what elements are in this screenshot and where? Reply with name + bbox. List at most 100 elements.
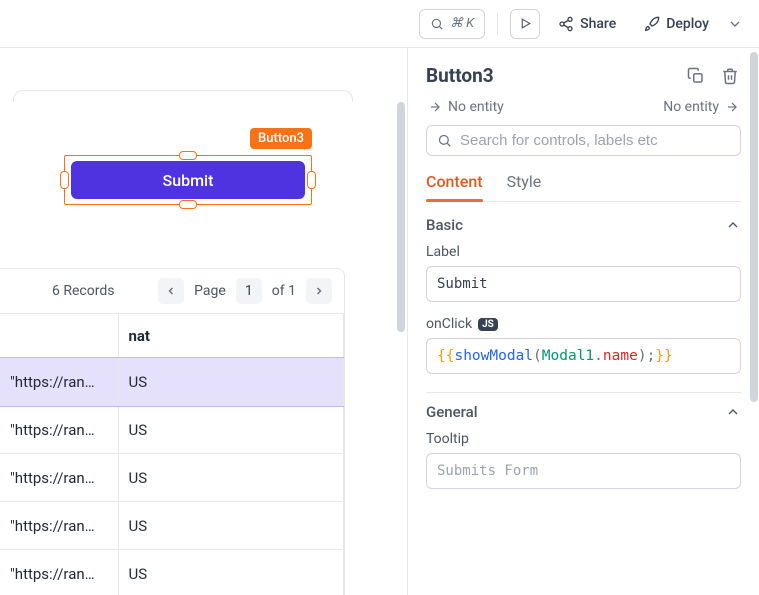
resize-handle-right[interactable] (307, 171, 316, 189)
property-panel: Button3 No entity No entity Content (408, 48, 759, 595)
entity-incoming-label: No entity (448, 99, 504, 115)
panel-tabs: Content Style (426, 172, 741, 202)
onclick-code-input[interactable]: {{showModal(Modal1.name);}} (426, 338, 741, 374)
table-row[interactable]: "https://ran…US (0, 406, 344, 454)
table-cell[interactable]: "https://ran… (0, 550, 118, 595)
code-token: ; (647, 348, 656, 364)
table-cell[interactable]: "https://ran… (0, 502, 118, 550)
table-row[interactable]: "https://ran…US (0, 502, 344, 550)
page-next-button[interactable] (306, 278, 332, 304)
table-row[interactable]: "https://ran…US (0, 550, 344, 595)
chevron-down-icon (727, 16, 743, 32)
command-shortcut: ⌘ K (450, 16, 474, 31)
arrow-right-icon (428, 100, 442, 114)
submit-button-widget[interactable]: Submit (71, 161, 305, 199)
section-general[interactable]: General (426, 403, 741, 421)
table-cell[interactable]: US (118, 406, 344, 454)
code-token: {{ (437, 348, 454, 364)
table-cell[interactable]: US (118, 454, 344, 502)
canvas-scrollbar[interactable] (397, 102, 405, 332)
page-label: Page (194, 283, 226, 299)
panel-scrollbar[interactable] (750, 52, 758, 402)
share-button[interactable]: Share (548, 9, 626, 39)
table-cell[interactable]: US (118, 550, 344, 595)
section-basic-label: Basic (426, 216, 463, 234)
divider (497, 13, 498, 35)
tab-content[interactable]: Content (426, 172, 483, 201)
resize-handle-left[interactable] (60, 171, 69, 189)
main-area: Button3 Submit 6 Records Page 1 of 1 (0, 48, 759, 595)
label-field-label: Label (426, 244, 741, 260)
entity-outgoing[interactable]: No entity (663, 99, 739, 115)
code-token: ( (533, 348, 542, 364)
share-label: Share (580, 16, 616, 32)
arrow-right-icon (725, 100, 739, 114)
chevron-up-icon (725, 217, 741, 233)
table-row[interactable]: "https://ran…US (0, 454, 344, 502)
chevron-up-icon (725, 404, 741, 420)
search-icon (437, 133, 452, 148)
panel-header: Button3 (426, 64, 741, 87)
data-table: nat "https://ran…US"https://ran…US"https… (0, 313, 344, 595)
entity-incoming[interactable]: No entity (428, 99, 504, 115)
copy-icon (687, 67, 705, 85)
container-outline (13, 90, 353, 102)
page-prev-button[interactable] (158, 278, 184, 304)
resize-handle-bottom[interactable] (179, 200, 197, 209)
section-divider (426, 392, 741, 393)
copy-button[interactable] (685, 65, 707, 87)
table-cell[interactable]: US (118, 502, 344, 550)
rocket-icon (644, 16, 660, 32)
table-pagination-bar: 6 Records Page 1 of 1 (0, 269, 344, 313)
table-widget[interactable]: 6 Records Page 1 of 1 nat (0, 268, 345, 595)
page-number[interactable]: 1 (236, 278, 262, 304)
code-token: }} (655, 348, 672, 364)
deploy-label: Deploy (666, 16, 709, 32)
code-token: Modal1 (542, 348, 594, 364)
code-token: showModal (454, 348, 533, 364)
table-cell[interactable]: US (118, 358, 344, 406)
panel-title[interactable]: Button3 (426, 64, 673, 87)
table-cell[interactable]: "https://ran… (0, 406, 118, 454)
trash-icon (721, 67, 739, 85)
canvas[interactable]: Button3 Submit 6 Records Page 1 of 1 (0, 48, 407, 595)
tooltip-input[interactable] (426, 453, 741, 489)
entity-binding-row: No entity No entity (426, 99, 741, 115)
table-row[interactable]: "https://ran…US (0, 358, 344, 406)
controls-search[interactable] (426, 125, 741, 156)
page-of-label: of 1 (272, 283, 296, 299)
table-header-col1[interactable] (0, 314, 118, 358)
deploy-dropdown[interactable] (727, 16, 743, 32)
play-icon (519, 17, 532, 30)
table-header-col2[interactable]: nat (118, 314, 344, 358)
play-button[interactable] (510, 9, 540, 39)
resize-handle-top[interactable] (179, 151, 197, 160)
share-icon (558, 16, 574, 32)
deploy-button[interactable]: Deploy (634, 9, 719, 39)
section-basic[interactable]: Basic (426, 216, 741, 234)
top-toolbar: ⌘ K Share Deploy (0, 0, 759, 48)
tooltip-field-label: Tooltip (426, 431, 741, 447)
onclick-label: onClick (426, 316, 472, 332)
submit-button-label: Submit (163, 171, 214, 190)
table-cell[interactable]: "https://ran… (0, 358, 118, 406)
command-search[interactable]: ⌘ K (419, 9, 485, 39)
label-input[interactable] (426, 266, 741, 302)
selected-widget-frame[interactable]: Button3 Submit (64, 155, 312, 205)
js-badge[interactable]: JS (478, 318, 498, 331)
controls-search-input[interactable] (460, 132, 730, 149)
code-token: ) (638, 348, 647, 364)
tab-style[interactable]: Style (507, 172, 542, 201)
widget-name-tag: Button3 (250, 128, 312, 149)
chevron-left-icon (165, 285, 177, 297)
entity-outgoing-label: No entity (663, 99, 719, 115)
search-icon (430, 17, 444, 31)
table-cell[interactable]: "https://ran… (0, 454, 118, 502)
chevron-right-icon (313, 285, 325, 297)
code-token: name (603, 348, 638, 364)
records-count: 6 Records (52, 283, 114, 299)
canvas-column: Button3 Submit 6 Records Page 1 of 1 (0, 48, 408, 595)
onclick-field-header: onClick JS (426, 316, 741, 332)
delete-button[interactable] (719, 65, 741, 87)
code-token: . (594, 348, 603, 364)
